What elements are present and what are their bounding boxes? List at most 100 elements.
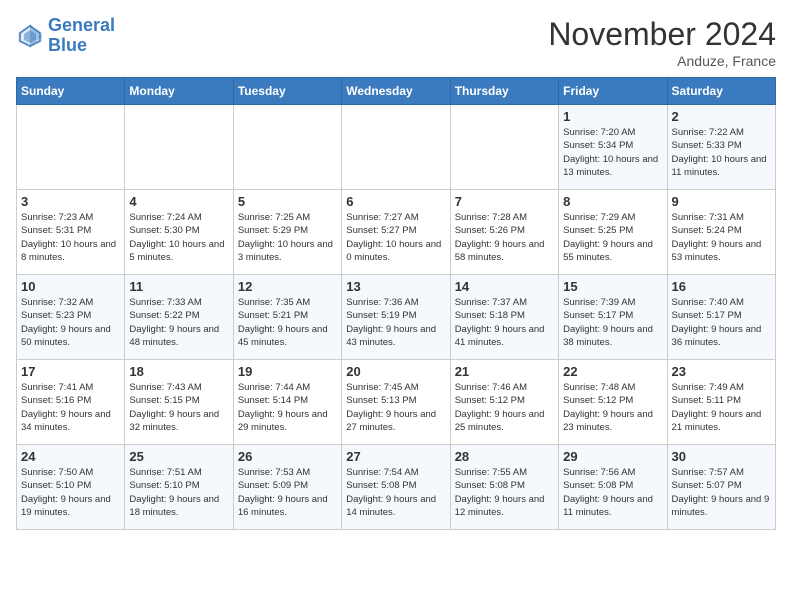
day-number: 7 [455,194,554,209]
day-number: 11 [129,279,228,294]
day-info: Sunrise: 7:28 AMSunset: 5:26 PMDaylight:… [455,211,554,264]
day-info: Sunrise: 7:39 AMSunset: 5:17 PMDaylight:… [563,296,662,349]
calendar-cell [125,105,233,190]
day-info: Sunrise: 7:48 AMSunset: 5:12 PMDaylight:… [563,381,662,434]
calendar-cell: 2 Sunrise: 7:22 AMSunset: 5:33 PMDaylight… [667,105,775,190]
day-number: 27 [346,449,445,464]
calendar-cell: 8 Sunrise: 7:29 AMSunset: 5:25 PMDaylight… [559,190,667,275]
calendar-cell: 1Sunrise: 7:20 AMSunset: 5:34 PMDaylight… [559,105,667,190]
day-number: 13 [346,279,445,294]
calendar-cell: 17Sunrise: 7:41 AMSunset: 5:16 PMDayligh… [17,360,125,445]
day-info: Sunrise: 7:40 AMSunset: 5:17 PMDaylight:… [672,296,771,349]
page-header: General Blue November 2024 Anduze, Franc… [16,16,776,69]
day-number: 26 [238,449,337,464]
day-number: 12 [238,279,337,294]
calendar-cell: 30Sunrise: 7:57 AMSunset: 5:07 PMDayligh… [667,445,775,530]
day-number: 14 [455,279,554,294]
day-info: Sunrise: 7:27 AMSunset: 5:27 PMDaylight:… [346,211,445,264]
logo-general: General [48,15,115,35]
calendar-cell: 10 Sunrise: 7:32 AMSunset: 5:23 PMDayligh… [17,275,125,360]
month-title: November 2024 [548,16,776,53]
day-info: Sunrise: 7:49 AMSunset: 5:11 PMDaylight:… [672,381,771,434]
calendar-cell [450,105,558,190]
logo: General Blue [16,16,115,56]
day-info: Sunrise: 7:54 AMSunset: 5:08 PMDaylight:… [346,466,445,519]
day-number: 20 [346,364,445,379]
calendar-week: 10 Sunrise: 7:32 AMSunset: 5:23 PMDayligh… [17,275,776,360]
logo-text: General Blue [48,16,115,56]
day-number: 18 [129,364,228,379]
calendar-cell: 25Sunrise: 7:51 AMSunset: 5:10 PMDayligh… [125,445,233,530]
location: Anduze, France [548,53,776,69]
day-number: 2 [672,109,771,124]
logo-blue: Blue [48,35,87,55]
day-info: Sunrise: 7:33 AMSunset: 5:22 PMDaylight:… [129,296,228,349]
calendar-cell: 19Sunrise: 7:44 AMSunset: 5:14 PMDayligh… [233,360,341,445]
day-info: Sunrise: 7:22 AMSunset: 5:33 PMDaylight:… [672,126,771,179]
day-info: Sunrise: 7:20 AMSunset: 5:34 PMDaylight:… [563,126,662,179]
calendar-cell: 12Sunrise: 7:35 AMSunset: 5:21 PMDayligh… [233,275,341,360]
day-info: Sunrise: 7:46 AMSunset: 5:12 PMDaylight:… [455,381,554,434]
day-info: Sunrise: 7:57 AMSunset: 5:07 PMDaylight:… [672,466,771,519]
title-block: November 2024 Anduze, France [548,16,776,69]
day-number: 22 [563,364,662,379]
day-number: 3 [21,194,120,209]
calendar-cell: 18 Sunrise: 7:43 AMSunset: 5:15 PMDayligh… [125,360,233,445]
calendar-week: 3 Sunrise: 7:23 AMSunset: 5:31 PMDaylight… [17,190,776,275]
header-day: Wednesday [342,78,450,105]
day-info: Sunrise: 7:43 AMSunset: 5:15 PMDaylight:… [129,381,228,434]
header-row: SundayMondayTuesdayWednesdayThursdayFrid… [17,78,776,105]
day-info: Sunrise: 7:37 AMSunset: 5:18 PMDaylight:… [455,296,554,349]
calendar-cell: 29 Sunrise: 7:56 AMSunset: 5:08 PMDayligh… [559,445,667,530]
calendar-cell: 27 Sunrise: 7:54 AMSunset: 5:08 PMDayligh… [342,445,450,530]
calendar-cell: 5Sunrise: 7:25 AMSunset: 5:29 PMDaylight… [233,190,341,275]
day-number: 10 [21,279,120,294]
calendar-cell: 20Sunrise: 7:45 AMSunset: 5:13 PMDayligh… [342,360,450,445]
day-number: 28 [455,449,554,464]
day-info: Sunrise: 7:50 AMSunset: 5:10 PMDaylight:… [21,466,120,519]
calendar-cell: 15 Sunrise: 7:39 AMSunset: 5:17 PMDayligh… [559,275,667,360]
header-day: Monday [125,78,233,105]
day-info: Sunrise: 7:44 AMSunset: 5:14 PMDaylight:… [238,381,337,434]
calendar-cell: 16 Sunrise: 7:40 AMSunset: 5:17 PMDayligh… [667,275,775,360]
day-number: 24 [21,449,120,464]
day-info: Sunrise: 7:55 AMSunset: 5:08 PMDaylight:… [455,466,554,519]
day-info: Sunrise: 7:29 AMSunset: 5:25 PMDaylight:… [563,211,662,264]
day-number: 23 [672,364,771,379]
day-number: 16 [672,279,771,294]
calendar-cell: 7 Sunrise: 7:28 AMSunset: 5:26 PMDaylight… [450,190,558,275]
header-day: Friday [559,78,667,105]
header-day: Tuesday [233,78,341,105]
day-number: 21 [455,364,554,379]
calendar-cell [233,105,341,190]
day-info: Sunrise: 7:53 AMSunset: 5:09 PMDaylight:… [238,466,337,519]
day-info: Sunrise: 7:24 AMSunset: 5:30 PMDaylight:… [129,211,228,264]
calendar-cell: 4Sunrise: 7:24 AMSunset: 5:30 PMDaylight… [125,190,233,275]
header-day: Thursday [450,78,558,105]
calendar-cell: 14 Sunrise: 7:37 AMSunset: 5:18 PMDayligh… [450,275,558,360]
calendar-cell: 22 Sunrise: 7:48 AMSunset: 5:12 PMDayligh… [559,360,667,445]
calendar-cell: 11 Sunrise: 7:33 AMSunset: 5:22 PMDayligh… [125,275,233,360]
calendar-cell: 23 Sunrise: 7:49 AMSunset: 5:11 PMDayligh… [667,360,775,445]
header-day: Saturday [667,78,775,105]
day-info: Sunrise: 7:25 AMSunset: 5:29 PMDaylight:… [238,211,337,264]
day-number: 29 [563,449,662,464]
calendar-table: SundayMondayTuesdayWednesdayThursdayFrid… [16,77,776,530]
calendar-cell: 9Sunrise: 7:31 AMSunset: 5:24 PMDaylight… [667,190,775,275]
day-number: 17 [21,364,120,379]
day-number: 8 [563,194,662,209]
calendar-cell: 28 Sunrise: 7:55 AMSunset: 5:08 PMDayligh… [450,445,558,530]
day-number: 15 [563,279,662,294]
day-info: Sunrise: 7:31 AMSunset: 5:24 PMDaylight:… [672,211,771,264]
day-info: Sunrise: 7:36 AMSunset: 5:19 PMDaylight:… [346,296,445,349]
calendar-week: 17Sunrise: 7:41 AMSunset: 5:16 PMDayligh… [17,360,776,445]
calendar-week: 1Sunrise: 7:20 AMSunset: 5:34 PMDaylight… [17,105,776,190]
calendar-cell: 6Sunrise: 7:27 AMSunset: 5:27 PMDaylight… [342,190,450,275]
header-day: Sunday [17,78,125,105]
calendar-cell [17,105,125,190]
calendar-cell: 26 Sunrise: 7:53 AMSunset: 5:09 PMDayligh… [233,445,341,530]
day-info: Sunrise: 7:56 AMSunset: 5:08 PMDaylight:… [563,466,662,519]
calendar-cell [342,105,450,190]
day-info: Sunrise: 7:32 AMSunset: 5:23 PMDaylight:… [21,296,120,349]
day-info: Sunrise: 7:23 AMSunset: 5:31 PMDaylight:… [21,211,120,264]
